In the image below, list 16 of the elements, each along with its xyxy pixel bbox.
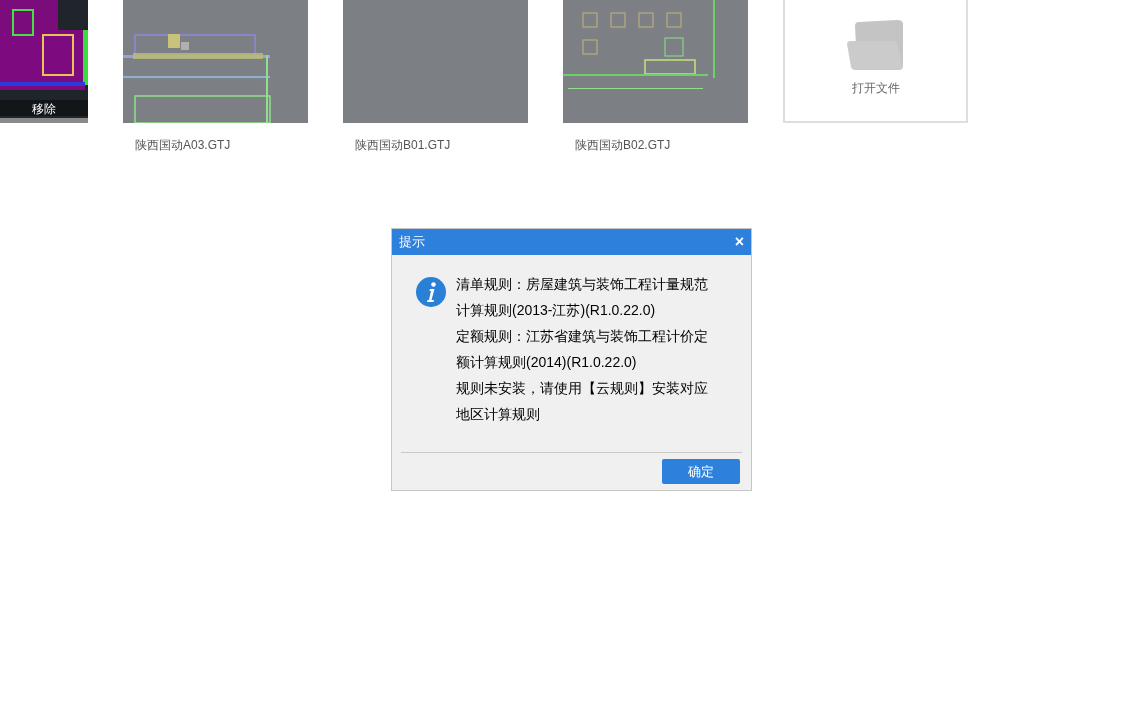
- message-line: 计算规则(2013-江苏)(R1.0.22.0): [456, 301, 657, 320]
- message-line: 规则未安装，请使用【云规则】安装对应: [456, 379, 708, 398]
- file-name: 陕西国动A03.GTJ: [135, 137, 232, 154]
- info-icon: [416, 277, 446, 307]
- dialog-title: 提示: [399, 233, 425, 252]
- message-line: 定额规则：江苏省建筑与装饰工程计价定: [456, 327, 708, 346]
- message-line: 清单规则：房屋建筑与装饰工程计量规范: [456, 275, 708, 294]
- remove-label[interactable]: 移除: [0, 100, 88, 118]
- close-button[interactable]: ×: [734, 234, 744, 250]
- folder-icon: [846, 20, 905, 70]
- file-name: 陕西国动B02.GTJ: [575, 137, 672, 154]
- message-line: 额计算规则(2014)(R1.0.22.0): [456, 353, 638, 372]
- file-name: 陕西国动B01.GTJ: [355, 137, 452, 154]
- message-line: 地区计算规则: [456, 405, 541, 424]
- ok-button[interactable]: 确定: [662, 459, 740, 484]
- open-file-card[interactable]: 打开文件: [783, 0, 968, 123]
